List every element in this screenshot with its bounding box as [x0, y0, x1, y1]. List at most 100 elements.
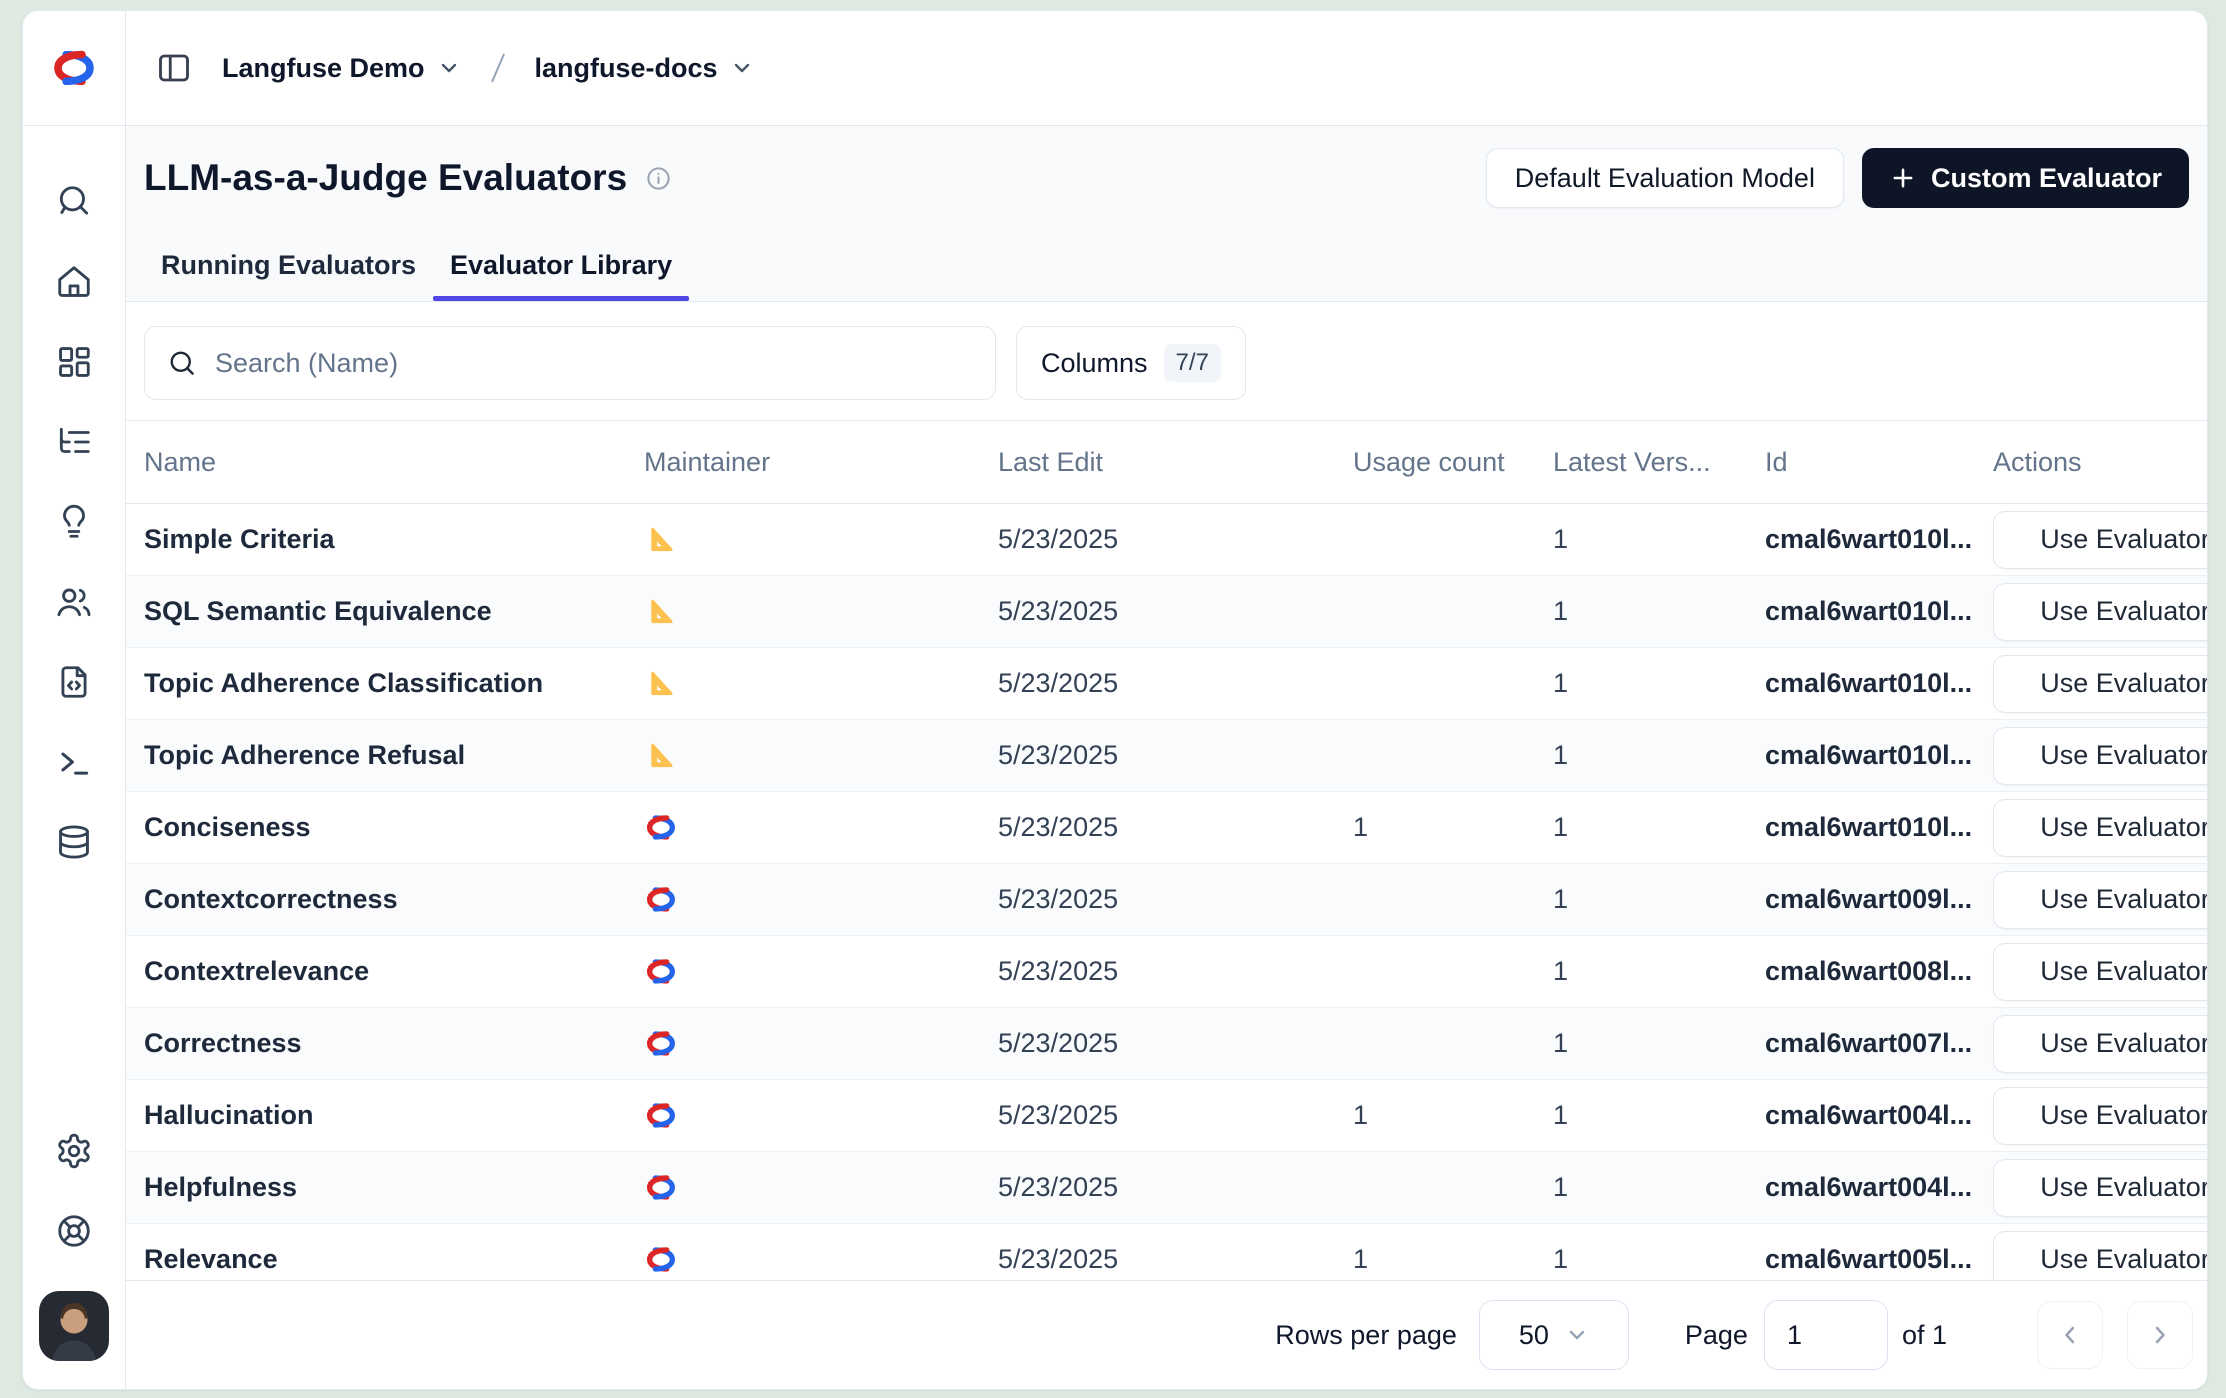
table-row[interactable]: Contextcorrectness 5/23/2025 1 cmal6wart…	[126, 864, 2207, 936]
last-edit-date: 5/23/2025	[980, 524, 1335, 555]
table-row[interactable]: Contextrelevance 5/23/2025 1 cmal6wart00…	[126, 936, 2207, 1008]
sidebar-database-button[interactable]	[54, 822, 94, 862]
column-header-id[interactable]: Id	[1747, 447, 1975, 478]
sidebar-support-button[interactable]	[54, 1211, 94, 1251]
ragas-maintainer-icon	[644, 668, 675, 699]
sidebar-users-button[interactable]	[54, 582, 94, 622]
sidebar-datasets-button[interactable]	[54, 662, 94, 702]
info-icon[interactable]	[645, 165, 672, 192]
maintainer-cell	[626, 596, 980, 627]
sidebar-settings-button[interactable]	[54, 1131, 94, 1171]
table-row[interactable]: Correctness 5/23/2025 1 cmal6wart007l...…	[126, 1008, 2207, 1080]
table-row[interactable]: Helpfulness 5/23/2025 1 cmal6wart004l...…	[126, 1152, 2207, 1224]
evaluator-name: Conciseness	[126, 812, 626, 843]
last-edit-date: 5/23/2025	[980, 1172, 1335, 1203]
langfuse-maintainer-icon	[644, 957, 678, 986]
use-evaluator-button[interactable]: Use Evaluator	[1993, 871, 2207, 929]
last-edit-date: 5/23/2025	[980, 596, 1335, 627]
column-header-usage-count[interactable]: Usage count	[1335, 447, 1535, 478]
use-evaluator-button[interactable]: Use Evaluator	[1993, 655, 2207, 713]
langfuse-maintainer-icon	[644, 1245, 678, 1274]
custom-evaluator-label: Custom Evaluator	[1931, 163, 2162, 194]
sidebar-search-button[interactable]	[54, 182, 94, 222]
evaluator-id: cmal6wart004l...	[1747, 1172, 1975, 1203]
table-row[interactable]: Simple Criteria 5/23/2025 1 cmal6wart010…	[126, 504, 2207, 576]
sidebar-prompts-button[interactable]	[54, 502, 94, 542]
previous-page-button[interactable]	[2037, 1301, 2103, 1369]
column-header-maintainer[interactable]: Maintainer	[626, 447, 980, 478]
sidebar-home-button[interactable]	[54, 262, 94, 302]
latest-version: 1	[1535, 596, 1747, 627]
evaluator-name: SQL Semantic Equivalence	[126, 596, 626, 627]
main-area: LLM-as-a-Judge Evaluators Default Evalua…	[126, 126, 2207, 1389]
evaluator-id: cmal6wart007l...	[1747, 1028, 1975, 1059]
evaluator-name: Contextcorrectness	[126, 884, 626, 915]
search-input[interactable]	[215, 348, 973, 379]
maintainer-cell	[626, 740, 980, 771]
maintainer-cell	[626, 524, 980, 555]
use-evaluator-button[interactable]: Use Evaluator	[1993, 799, 2207, 857]
evaluator-name: Topic Adherence Refusal	[126, 740, 626, 771]
use-evaluator-button[interactable]: Use Evaluator	[1993, 1159, 2207, 1217]
latest-version: 1	[1535, 1100, 1747, 1131]
table-row[interactable]: Hallucination 5/23/2025 1 1 cmal6wart004…	[126, 1080, 2207, 1152]
evaluator-id: cmal6wart010l...	[1747, 524, 1975, 555]
dashboard-grid-icon	[55, 343, 93, 381]
columns-button[interactable]: Columns 7/7	[1016, 326, 1246, 400]
chevron-down-icon	[730, 56, 754, 80]
sidebar	[23, 126, 126, 1389]
org-selector[interactable]: Langfuse Demo	[222, 53, 461, 84]
column-header-name[interactable]: Name	[126, 447, 626, 478]
langfuse-maintainer-icon	[644, 813, 678, 842]
rows-per-page-select[interactable]: 50	[1479, 1300, 1629, 1370]
use-evaluator-button[interactable]: Use Evaluator	[1993, 583, 2207, 641]
use-evaluator-button[interactable]: Use Evaluator	[1993, 1087, 2207, 1145]
maintainer-cell	[626, 668, 980, 699]
langfuse-maintainer-icon	[644, 885, 678, 914]
latest-version: 1	[1535, 1028, 1747, 1059]
org-name: Langfuse Demo	[222, 53, 425, 84]
tab-evaluator-library[interactable]: Evaluator Library	[433, 250, 689, 301]
sidebar-playground-button[interactable]	[54, 742, 94, 782]
use-evaluator-button[interactable]: Use Evaluator	[1993, 727, 2207, 785]
tab-running-evaluators[interactable]: Running Evaluators	[144, 250, 433, 301]
column-header-last-edit[interactable]: Last Edit	[980, 447, 1335, 478]
next-page-button[interactable]	[2127, 1301, 2193, 1369]
search-box	[144, 326, 996, 400]
langfuse-maintainer-icon	[644, 1101, 678, 1130]
custom-evaluator-button[interactable]: Custom Evaluator	[1862, 148, 2189, 208]
maintainer-cell	[626, 1029, 980, 1058]
user-avatar[interactable]	[39, 1291, 109, 1361]
maintainer-cell	[626, 1173, 980, 1202]
file-code-icon	[55, 663, 93, 701]
page-title-text: LLM-as-a-Judge Evaluators	[144, 156, 627, 200]
users-icon	[55, 583, 93, 621]
sidebar-toggle-button[interactable]	[156, 50, 192, 86]
table-row[interactable]: Conciseness 5/23/2025 1 1 cmal6wart010l.…	[126, 792, 2207, 864]
last-edit-date: 5/23/2025	[980, 956, 1335, 987]
sidebar-dashboards-button[interactable]	[54, 342, 94, 382]
table-row[interactable]: Topic Adherence Refusal 5/23/2025 1 cmal…	[126, 720, 2207, 792]
content: Columns 7/7 Name Maintainer Last Edit Us…	[126, 302, 2207, 1389]
sidebar-tracing-button[interactable]	[54, 422, 94, 462]
table-row[interactable]: SQL Semantic Equivalence 5/23/2025 1 cma…	[126, 576, 2207, 648]
column-header-actions: Actions	[1975, 447, 2207, 478]
evaluator-name: Contextrelevance	[126, 956, 626, 987]
last-edit-date: 5/23/2025	[980, 884, 1335, 915]
default-evaluation-model-button[interactable]: Default Evaluation Model	[1486, 148, 1844, 208]
list-tree-icon	[55, 423, 93, 461]
maintainer-cell	[626, 1245, 980, 1274]
table-row[interactable]: Topic Adherence Classification 5/23/2025…	[126, 648, 2207, 720]
table-header-row: Name Maintainer Last Edit Usage count La…	[126, 420, 2207, 504]
project-selector[interactable]: langfuse-docs	[535, 53, 754, 84]
use-evaluator-button[interactable]: Use Evaluator	[1993, 511, 2207, 569]
use-evaluator-button[interactable]: Use Evaluator	[1993, 1015, 2207, 1073]
use-evaluator-button[interactable]: Use Evaluator	[1993, 943, 2207, 1001]
page-count-label: of 1	[1902, 1320, 1947, 1351]
top-bar: Langfuse Demo langfuse-docs	[23, 11, 2207, 126]
column-header-latest-version[interactable]: Latest Vers...	[1535, 447, 1747, 478]
latest-version: 1	[1535, 740, 1747, 771]
avatar-photo	[39, 1291, 109, 1361]
page-number-input[interactable]	[1764, 1300, 1888, 1370]
evaluator-id: cmal6wart004l...	[1747, 1100, 1975, 1131]
